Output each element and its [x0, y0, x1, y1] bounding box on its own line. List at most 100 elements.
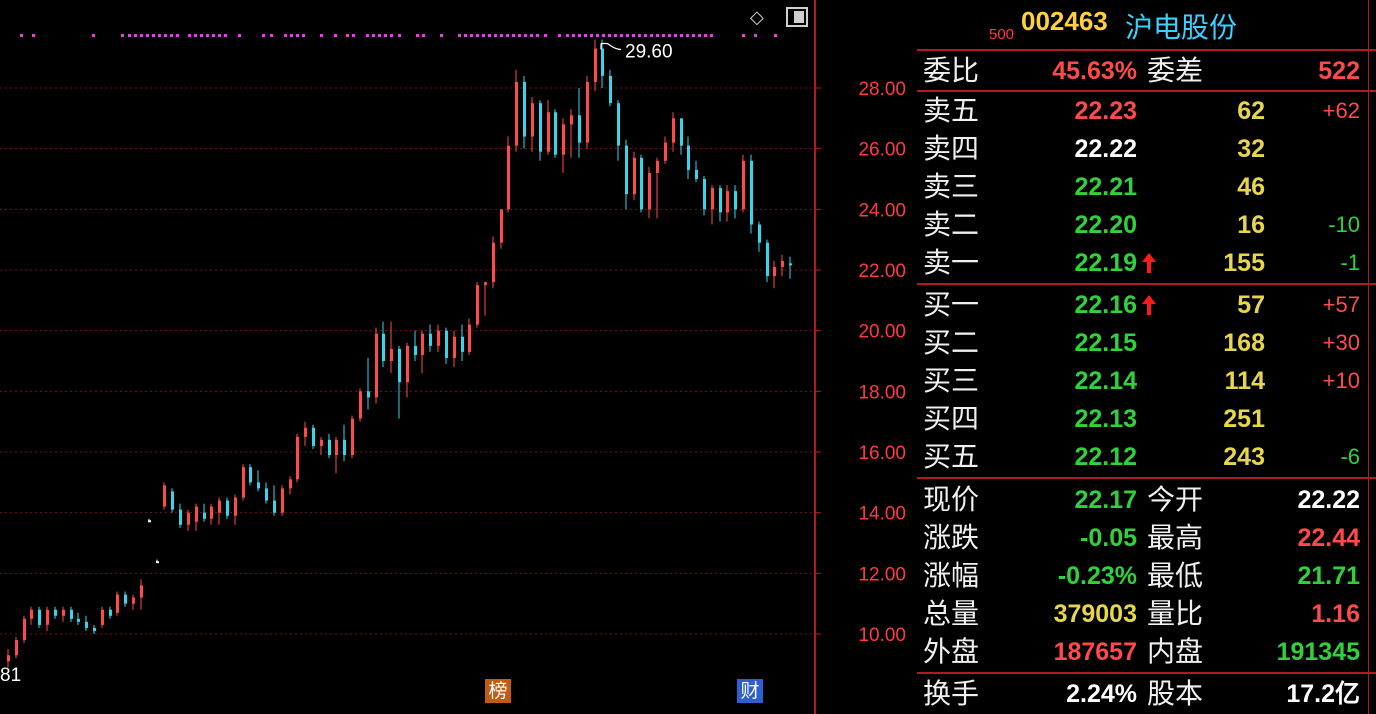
candle-body — [132, 597, 135, 604]
candle-body — [734, 191, 737, 210]
candle-body — [23, 618, 26, 641]
stat-label: 股本 — [1147, 677, 1204, 710]
candle-body — [38, 609, 41, 625]
signal-dot — [416, 34, 419, 37]
ask-row[interactable]: 卖三 22.21 46 — [917, 168, 1376, 206]
candle-body — [554, 112, 557, 155]
signal-dot — [518, 34, 521, 37]
bid-volume-change: +57 — [1322, 292, 1360, 317]
finance-marker-badge[interactable]: 财 — [737, 679, 763, 703]
candle-body — [695, 169, 698, 179]
stock-header: 500 002463 沪电股份 — [917, 0, 1376, 48]
webi-label: 委比 — [923, 54, 980, 87]
ask-volume: 16 — [1237, 211, 1265, 239]
ask-row[interactable]: 卖一 22.19 155 -1 — [917, 244, 1376, 282]
stock-name[interactable]: 沪电股份 — [1125, 6, 1237, 46]
bid-row[interactable]: 买五 22.12 243 -6 — [917, 438, 1376, 476]
candle-body — [351, 418, 354, 456]
signal-dot — [334, 34, 337, 37]
candle-body — [633, 157, 636, 195]
candle-body — [781, 260, 784, 267]
bid-level-label: 买五 — [923, 440, 980, 473]
signal-dot — [92, 34, 95, 37]
signal-dot — [578, 34, 581, 37]
signal-dot — [352, 34, 355, 37]
quote-panel: 500 002463 沪电股份 委比 45.63% 委差 522 卖五 22.23… — [917, 0, 1376, 714]
stat-value: 17.2亿 — [1286, 680, 1360, 708]
candle-body — [234, 497, 237, 516]
candle-body — [289, 479, 292, 489]
bid-price: 22.12 — [1074, 443, 1137, 471]
ask-level-label: 卖四 — [923, 132, 980, 165]
candle-body — [492, 242, 495, 283]
candle-body — [539, 103, 542, 152]
diamond-icon[interactable]: ◇ — [750, 7, 764, 28]
y-tick-label: 20.00 — [858, 322, 906, 343]
candle-body — [461, 336, 464, 352]
ask-volume: 155 — [1223, 249, 1265, 277]
bid-row[interactable]: 买二 22.15 168 +30 — [917, 324, 1376, 362]
stat-label: 内盘 — [1147, 635, 1204, 668]
ask-row[interactable]: 卖二 22.20 16 -10 — [917, 206, 1376, 244]
candlestick-chart[interactable]: 28.00 26.00 24.00 22.00 20.00 18.00 16.00 14.00… — [0, 0, 917, 714]
candle-body — [476, 285, 479, 325]
max-price-label: 29.60 — [625, 41, 673, 62]
signal-dot — [632, 34, 635, 37]
stat-value: 22.22 — [1297, 486, 1360, 514]
candle-body — [562, 124, 565, 155]
divider — [917, 283, 1376, 285]
candle-body — [30, 609, 33, 619]
candle-body — [766, 242, 769, 277]
bid-row[interactable]: 买四 22.13 251 — [917, 400, 1376, 438]
signal-dot — [32, 34, 35, 37]
ask-row[interactable]: 卖五 22.23 62 +62 — [917, 92, 1376, 130]
window-icon[interactable] — [786, 7, 808, 32]
weicha-label: 委差 — [1147, 54, 1204, 87]
signal-dot — [224, 34, 227, 37]
ask-level-label: 卖一 — [923, 246, 980, 279]
candle-body — [281, 488, 284, 513]
bid-row[interactable]: 买一 22.16 57 +57 — [917, 286, 1376, 324]
signal-dot — [422, 34, 425, 37]
candle-body — [335, 439, 338, 456]
stat-label: 涨跌 — [923, 521, 980, 554]
signal-dot — [506, 34, 509, 37]
candle-body — [195, 506, 198, 522]
signal-dot — [158, 34, 161, 37]
signal-dot — [262, 34, 265, 37]
stat-row: 涨跌 -0.05 最高 22.44 — [917, 519, 1376, 557]
signal-dot — [134, 34, 137, 37]
candle-body — [203, 512, 206, 519]
stat-label: 外盘 — [923, 635, 980, 668]
signal-dot — [290, 34, 293, 37]
stat-row: 涨幅 -0.23% 最低 21.71 — [917, 557, 1376, 595]
candle-body — [586, 81, 589, 143]
stat-value: 2.24% — [1066, 680, 1137, 708]
ask-price: 22.23 — [1074, 97, 1137, 125]
ask-level-label: 卖二 — [923, 208, 980, 241]
bid-volume-change: +30 — [1322, 330, 1360, 355]
bid-row[interactable]: 买三 22.14 114 +10 — [917, 362, 1376, 400]
stock-code[interactable]: 002463 — [1021, 6, 1108, 37]
candle-body — [640, 157, 643, 210]
stat-value: 21.71 — [1297, 562, 1360, 590]
signal-dot — [662, 34, 665, 37]
rank-marker-badge[interactable]: 榜 — [485, 679, 511, 703]
signal-dot — [774, 34, 777, 37]
signal-dot — [384, 34, 387, 37]
stat-label: 最低 — [1147, 559, 1204, 592]
candle-body — [375, 333, 378, 398]
candle-body — [218, 500, 221, 513]
signal-dot — [742, 34, 745, 37]
ask-row[interactable]: 卖四 22.22 32 — [917, 130, 1376, 168]
candle-body — [547, 112, 550, 152]
signal-dot — [302, 34, 305, 37]
min-price-label: 81 — [0, 665, 21, 686]
candle-body — [789, 263, 792, 266]
signal-dot — [602, 34, 605, 37]
signal-dot — [488, 34, 491, 37]
signal-dot — [170, 34, 173, 37]
candle-body — [367, 391, 370, 398]
ask-price: 22.22 — [1074, 135, 1137, 163]
candle-body — [109, 609, 112, 616]
